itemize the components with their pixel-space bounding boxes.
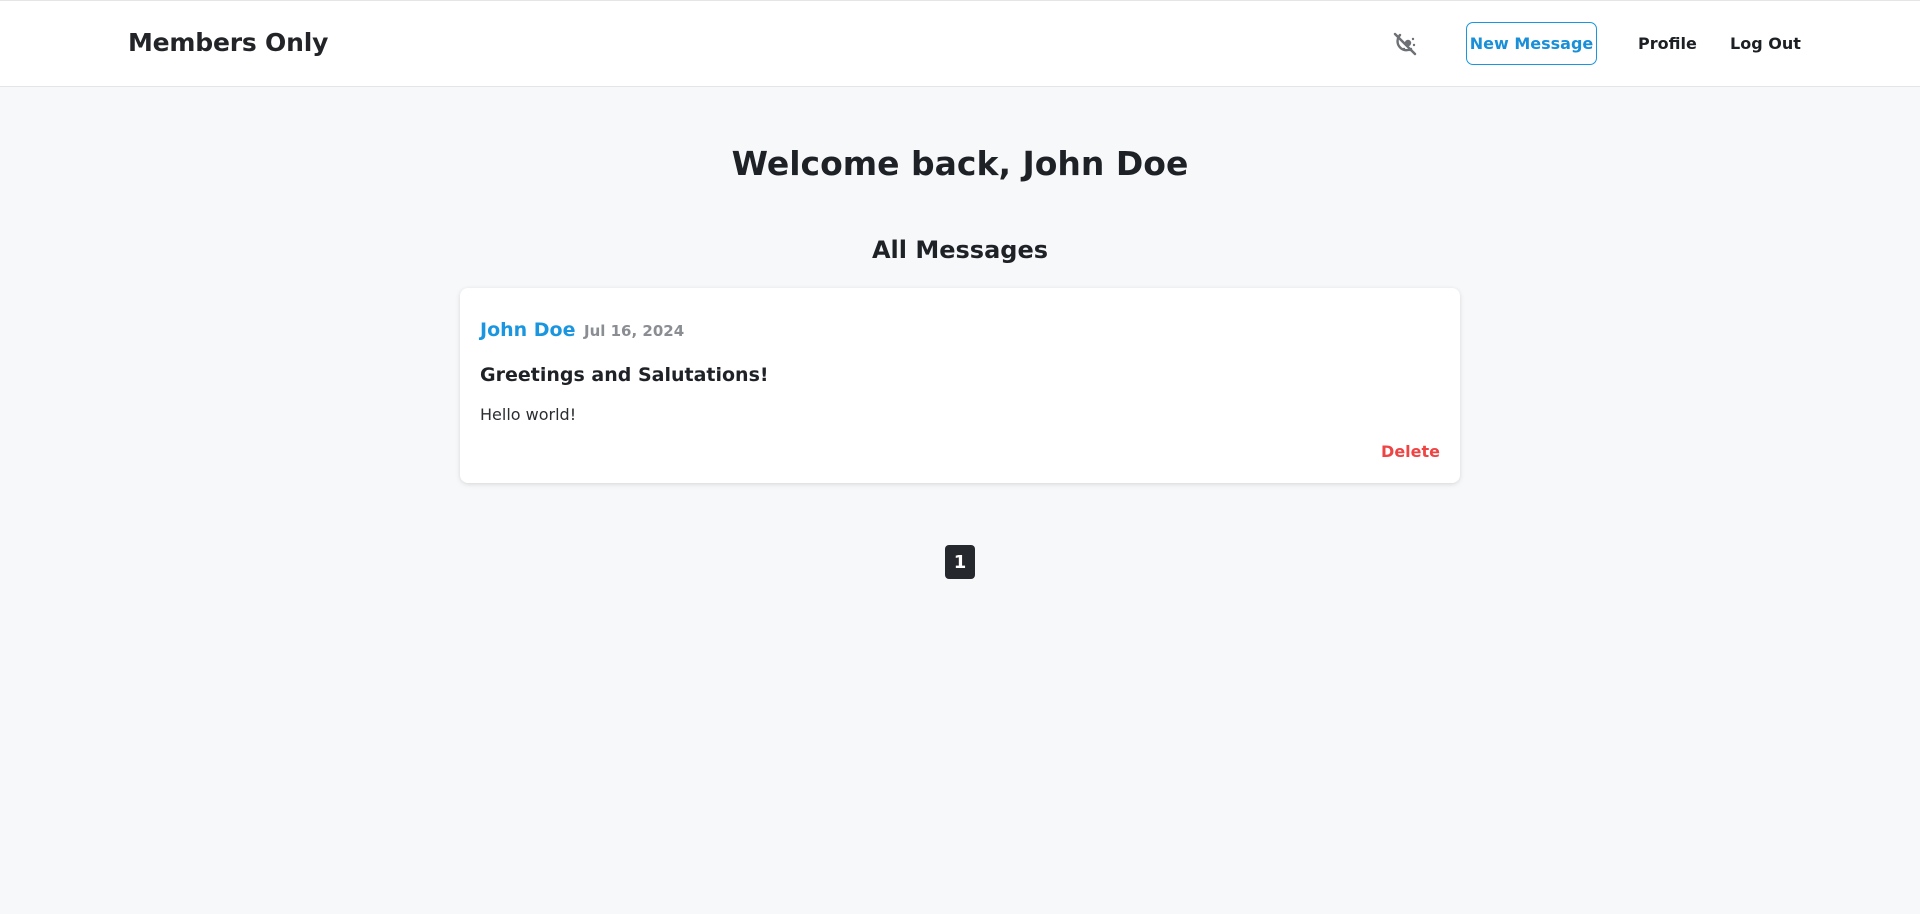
nav-profile-link[interactable]: Profile	[1638, 34, 1697, 53]
theme-toggle-button[interactable]	[1390, 29, 1420, 59]
new-message-button[interactable]: New Message	[1466, 22, 1597, 65]
top-navbar: Members Only New Message Profile Log Out	[0, 0, 1920, 87]
welcome-heading: Welcome back, John Doe	[731, 144, 1189, 183]
message-card: John Doe Jul 16, 2024 Greetings and Salu…	[460, 288, 1460, 483]
messages-section-title: All Messages	[871, 236, 1049, 264]
brand-logo[interactable]: Members Only	[128, 28, 328, 57]
theme-toggle-icon	[1393, 32, 1417, 56]
message-date: Jul 16, 2024	[584, 322, 685, 340]
message-author-link[interactable]: John Doe	[480, 319, 576, 341]
message-title: Greetings and Salutations!	[480, 364, 769, 386]
delete-message-button[interactable]: Delete	[1381, 442, 1440, 461]
pagination-page-button[interactable]: 1	[945, 545, 975, 579]
nav-logout-link[interactable]: Log Out	[1730, 34, 1801, 53]
message-body: Hello world!	[480, 405, 577, 424]
